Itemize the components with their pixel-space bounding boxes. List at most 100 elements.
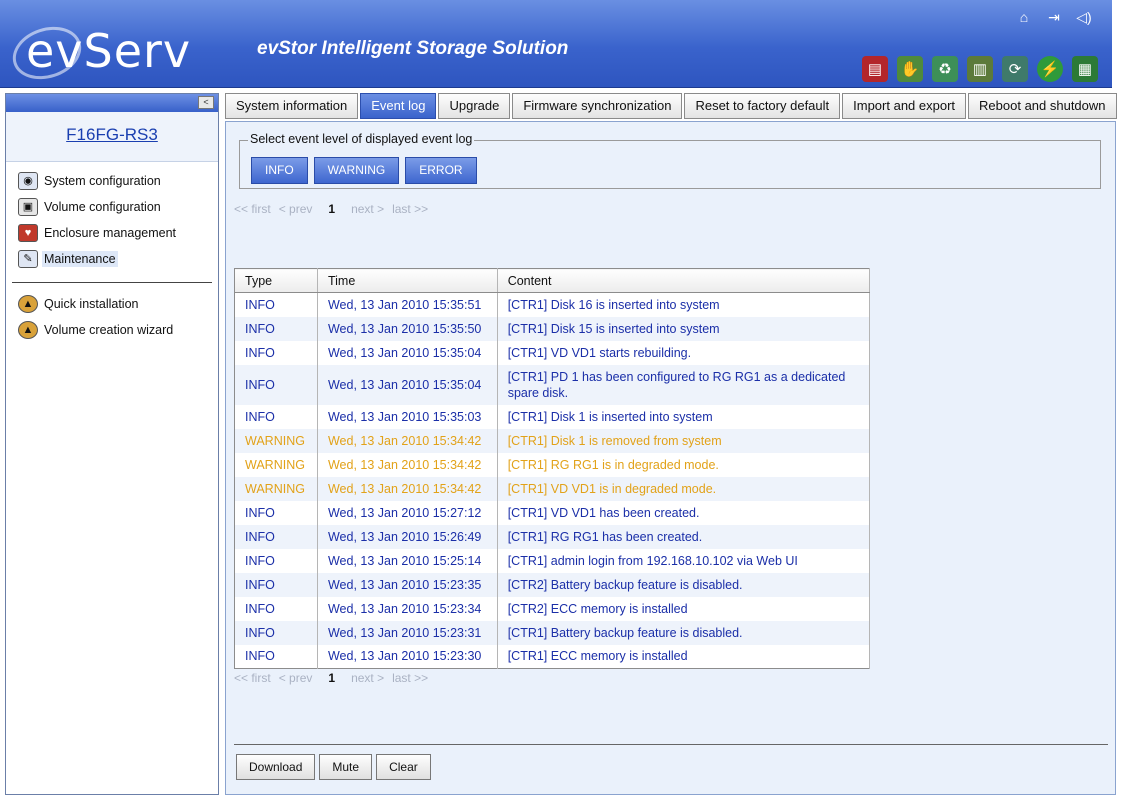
cell-type: INFO <box>234 316 318 341</box>
cell-type: INFO <box>234 292 318 317</box>
device-name-link[interactable]: F16FG-RS3 <box>66 125 158 144</box>
sidebar-item-label: Quick installation <box>44 297 139 311</box>
table-row: INFO Wed, 13 Jan 2010 15:23:30 [CTR1] ECC … <box>234 644 871 669</box>
table-row: WARNING Wed, 13 Jan 2010 15:34:42 [CTR1] R… <box>234 452 871 477</box>
cell-content: [CTR1] PD 1 has been configured to RG RG… <box>497 364 871 405</box>
sidebar-divider <box>12 282 212 283</box>
table-row: INFO Wed, 13 Jan 2010 15:23:35 [CTR2] Batt… <box>234 572 871 597</box>
sidebar-item-label: Maintenance <box>42 251 118 267</box>
cell-type: INFO <box>234 364 318 405</box>
tab-event-log[interactable]: Event log <box>360 93 437 119</box>
cell-time: Wed, 13 Jan 2010 15:35:04 <box>317 340 498 365</box>
quick-install-icon: ▲ <box>18 295 38 313</box>
tab-bar: System information Event log Upgrade Fir… <box>225 93 1117 119</box>
wizard-icon: ▲ <box>18 321 38 339</box>
refresh-icon[interactable]: ⟳ <box>1002 56 1028 82</box>
home-icon[interactable]: ⌂ <box>1016 9 1032 25</box>
sidebar-item-maintenance[interactable]: ✎ Maintenance <box>6 246 218 272</box>
cell-time: Wed, 13 Jan 2010 15:34:42 <box>317 452 498 477</box>
table-row: INFO Wed, 13 Jan 2010 15:35:04 [CTR1] PD 1… <box>234 364 871 405</box>
cell-type: INFO <box>234 596 318 621</box>
table-row: INFO Wed, 13 Jan 2010 15:35:50 [CTR1] Disk… <box>234 316 871 341</box>
cell-type: INFO <box>234 548 318 573</box>
clear-button[interactable]: Clear <box>376 754 431 780</box>
cell-type: INFO <box>234 524 318 549</box>
sidebar-item-label: Volume creation wizard <box>44 323 174 337</box>
cell-time: Wed, 13 Jan 2010 15:23:31 <box>317 620 498 645</box>
tab-upgrade[interactable]: Upgrade <box>438 93 511 119</box>
action-buttons: Download Mute Clear <box>236 754 431 780</box>
pager-last-link[interactable]: last >> <box>392 202 428 216</box>
pager-prev-link[interactable]: < prev <box>279 671 313 685</box>
cell-time: Wed, 13 Jan 2010 15:26:49 <box>317 524 498 549</box>
main-content: System information Event log Upgrade Fir… <box>225 93 1117 795</box>
cell-time: Wed, 13 Jan 2010 15:34:42 <box>317 428 498 453</box>
cell-type: WARNING <box>234 476 318 501</box>
sidebar-item-label: Volume configuration <box>44 200 161 214</box>
event-log-panel: Select event level of displayed event lo… <box>225 121 1116 795</box>
cell-type: INFO <box>234 500 318 525</box>
pager-first-link[interactable]: << first <box>234 202 271 216</box>
sound-icon[interactable]: ◁) <box>1076 9 1092 25</box>
event-log-table: Type Time Content INFO Wed, 13 Jan 2010 1… <box>234 268 871 669</box>
power-icon[interactable]: ⚡ <box>1037 56 1063 82</box>
error-level-button[interactable]: ERROR <box>405 157 477 184</box>
cell-content: [CTR1] VD VD1 is in degraded mode. <box>497 476 871 501</box>
logout-icon[interactable]: ⇥ <box>1046 9 1062 25</box>
recycle-icon[interactable]: ♻ <box>932 56 958 82</box>
cell-content: [CTR1] admin login from 192.168.10.102 v… <box>497 548 871 573</box>
table-row: INFO Wed, 13 Jan 2010 15:23:34 [CTR2] ECC … <box>234 596 871 621</box>
sidebar-item-volume-creation-wizard[interactable]: ▲ Volume creation wizard <box>6 317 218 343</box>
tab-import-export[interactable]: Import and export <box>842 93 967 119</box>
cell-time: Wed, 13 Jan 2010 15:23:35 <box>317 572 498 597</box>
pager-prev-link[interactable]: < prev <box>279 202 313 216</box>
server-icon[interactable]: ▥ <box>967 56 993 82</box>
cell-content: [CTR2] ECC memory is installed <box>497 596 871 621</box>
sidebar-item-enclosure-management[interactable]: ♥ Enclosure management <box>6 220 218 246</box>
warning-level-button[interactable]: WARNING <box>313 157 400 184</box>
hand-ok-icon[interactable]: ✋ <box>897 56 923 82</box>
cell-time: Wed, 13 Jan 2010 15:34:42 <box>317 476 498 501</box>
pager-current-page: 1 <box>328 671 336 685</box>
mute-button[interactable]: Mute <box>319 754 373 780</box>
event-level-filter: Select event level of displayed event lo… <box>239 132 1101 189</box>
top-icon-bar: ⌂ ⇥ ◁) <box>1016 9 1092 25</box>
cell-content: [CTR1] RG RG1 has been created. <box>497 524 871 549</box>
pager-last-link[interactable]: last >> <box>392 671 428 685</box>
pager-next-link[interactable]: next > <box>351 202 384 216</box>
disk-warning-icon[interactable]: ▤ <box>862 56 888 82</box>
cell-content: [CTR1] VD VD1 starts rebuilding. <box>497 340 871 365</box>
cell-time: Wed, 13 Jan 2010 15:35:04 <box>317 364 498 405</box>
table-row: INFO Wed, 13 Jan 2010 15:26:49 [CTR1] RG R… <box>234 524 871 549</box>
pager-top: << first < prev 1 next > last >> <box>234 202 428 216</box>
tab-system-information[interactable]: System information <box>225 93 359 119</box>
sidebar-item-system-configuration[interactable]: ◉ System configuration <box>6 168 218 194</box>
tool-icon-bar: ▤ ✋ ♻ ▥ ⟳ ⚡ ▦ <box>862 56 1098 82</box>
sidebar: < F16FG-RS3 ◉ System configuration ▣ Vol… <box>5 93 219 795</box>
filter-legend: Select event level of displayed event lo… <box>248 132 475 146</box>
collapse-sidebar-button[interactable]: < <box>198 96 214 109</box>
tab-firmware-synchronization[interactable]: Firmware synchronization <box>512 93 683 119</box>
pager-bottom: << first < prev 1 next > last >> <box>234 671 428 685</box>
device-panel: F16FG-RS3 <box>6 112 218 162</box>
board-icon[interactable]: ▦ <box>1072 56 1098 82</box>
sidebar-header-bar: < <box>6 94 218 112</box>
cell-content: [CTR1] Disk 15 is inserted into system <box>497 316 871 341</box>
pager-current-page: 1 <box>328 202 336 216</box>
sidebar-item-quick-installation[interactable]: ▲ Quick installation <box>6 291 218 317</box>
pager-first-link[interactable]: << first <box>234 671 271 685</box>
table-row: INFO Wed, 13 Jan 2010 15:35:04 [CTR1] VD V… <box>234 340 871 365</box>
pager-next-link[interactable]: next > <box>351 671 384 685</box>
sidebar-item-label: System configuration <box>44 174 161 188</box>
enclosure-icon: ♥ <box>18 224 38 242</box>
info-level-button[interactable]: INFO <box>251 157 308 184</box>
tab-reset-factory-default[interactable]: Reset to factory default <box>684 93 841 119</box>
bottom-divider <box>234 744 1108 745</box>
tab-reboot-shutdown[interactable]: Reboot and shutdown <box>968 93 1117 119</box>
table-row: INFO Wed, 13 Jan 2010 15:35:51 [CTR1] Disk… <box>234 292 871 317</box>
download-button[interactable]: Download <box>236 754 316 780</box>
sidebar-item-volume-configuration[interactable]: ▣ Volume configuration <box>6 194 218 220</box>
column-header-type: Type <box>234 268 318 293</box>
cell-type: INFO <box>234 572 318 597</box>
cell-content: [CTR1] Battery backup feature is disable… <box>497 620 871 645</box>
